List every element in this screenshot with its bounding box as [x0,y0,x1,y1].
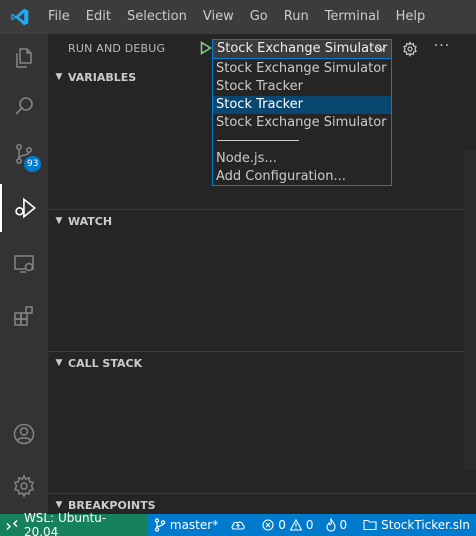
problems-item[interactable]: 0 0 [256,514,319,536]
dropdown-item[interactable]: Stock Exchange Simulator [213,114,391,132]
accounts-icon[interactable] [0,410,48,458]
menu-go[interactable]: Go [242,0,276,34]
scrollbar[interactable] [464,150,476,470]
settings-gear-icon[interactable] [0,462,48,510]
solution-label: StockTicker.sln [381,518,470,532]
remote-label: WSL: Ubuntu-20.04 [23,511,107,536]
more-actions-icon[interactable]: ··· [432,39,452,59]
remote-indicator[interactable]: WSL: Ubuntu-20.04 [0,511,148,536]
search-icon[interactable] [0,82,48,130]
git-branch-item[interactable]: master* [148,514,224,536]
dropdown-item-nodejs[interactable]: Node.js... [213,150,391,168]
call-stack-header[interactable]: ▼ CALL STACK [48,352,476,374]
extensions-icon[interactable] [0,292,48,340]
source-control-badge: 93 [24,156,42,172]
cloud-upload-icon [231,521,246,530]
menu-file[interactable]: File [40,0,78,34]
remote-icon [6,520,18,530]
chevron-down-icon: ▼ [55,72,63,82]
activity-bar: 93 [0,34,48,514]
call-stack-section: ▼ CALL STACK [48,351,476,374]
debug-configuration-select[interactable]: Stock Exchange Simulator [212,39,392,59]
watch-label: WATCH [68,214,113,228]
info-count: 0 [339,518,348,532]
chevron-down-icon: ▼ [55,500,63,510]
configuration-dropdown: Stock Exchange Simulator Stock Tracker S… [212,58,392,186]
explorer-icon[interactable] [0,34,48,82]
breakpoints-label: BREAKPOINTS [68,498,156,512]
menu-edit[interactable]: Edit [78,0,119,34]
dropdown-item-add-configuration[interactable]: Add Configuration... [213,168,391,186]
chevron-down-icon [376,40,386,58]
dropdown-separator [213,132,391,150]
error-count: 0 [278,518,286,532]
git-branch-icon [154,518,166,532]
dropdown-item-highlighted[interactable]: Stock Tracker [213,96,391,114]
status-bar: WSL: Ubuntu-20.04 master* 0 0 0 StockTic… [0,511,476,536]
warning-icon [289,519,302,531]
menu-bar: File Edit Selection View Go Run Terminal… [0,0,476,34]
menu-run[interactable]: Run [276,0,317,34]
warning-count: 0 [305,518,314,532]
folder-icon [363,519,377,531]
branch-label: master* [169,518,219,532]
chevron-down-icon: ▼ [55,358,63,368]
menu-selection[interactable]: Selection [119,0,195,34]
flame-icon [325,518,336,532]
vscode-logo-icon [0,0,40,34]
open-launch-json-gear-icon[interactable] [400,39,420,59]
run-debug-icon[interactable] [0,184,48,232]
selected-configuration: Stock Exchange Simulator [217,41,388,56]
call-stack-label: CALL STACK [68,356,143,370]
dropdown-item[interactable]: Stock Tracker [213,78,391,96]
menu-terminal[interactable]: Terminal [317,0,388,34]
menu-view[interactable]: View [195,0,242,34]
chevron-down-icon: ▼ [55,216,63,226]
error-icon [262,519,274,531]
menu-help[interactable]: Help [388,0,434,34]
variables-label: VARIABLES [68,70,137,84]
solution-item[interactable]: StockTicker.sln [357,514,476,536]
remote-explorer-icon[interactable] [0,240,48,288]
dropdown-item[interactable]: Stock Exchange Simulator [213,60,391,78]
source-control-icon[interactable]: 93 [0,130,48,178]
info-item[interactable]: 0 [320,514,354,536]
watch-header[interactable]: ▼ WATCH [48,210,476,232]
sync-item[interactable] [224,514,256,536]
watch-section: ▼ WATCH [48,209,476,232]
sidebar-title: RUN AND DEBUG [68,41,166,55]
